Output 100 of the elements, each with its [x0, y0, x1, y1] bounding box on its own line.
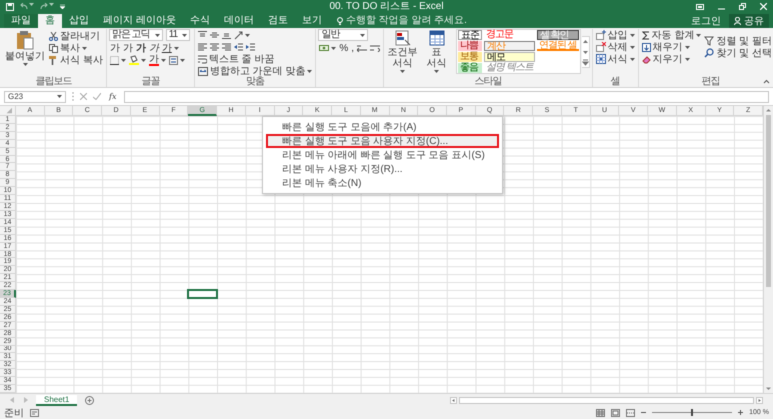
fill-button[interactable]: 채우기: [640, 41, 702, 53]
percent-button[interactable]: %: [338, 42, 350, 54]
cell-style[interactable]: 설명 텍스트: [484, 63, 535, 73]
orientation-button[interactable]: [232, 29, 251, 41]
ribbon-tab[interactable]: 페이지 레이아웃: [96, 14, 183, 28]
cell-grid[interactable]: [16, 116, 763, 393]
group-label: 편집: [701, 75, 720, 88]
format-table-button[interactable]: 표 서식: [420, 29, 454, 74]
shrink-font-button[interactable]: 가: [122, 42, 134, 54]
ribbon-tab[interactable]: 수식: [182, 14, 217, 28]
italic-button[interactable]: 가: [148, 42, 160, 54]
redo-icon[interactable]: [40, 3, 48, 10]
fill-color-button[interactable]: [128, 54, 147, 66]
right-align-button[interactable]: [220, 41, 232, 53]
grow-font-button[interactable]: 가: [108, 42, 121, 54]
sign-in-link[interactable]: 로그인: [689, 15, 723, 27]
delete-cells-button[interactable]: 삭제: [594, 41, 636, 53]
cell-style[interactable]: 보통: [458, 52, 482, 62]
group-label: 셀: [610, 75, 620, 88]
scroll-right-icon[interactable]: [756, 396, 763, 404]
merge-cells-icon: [198, 66, 208, 76]
left-align-button[interactable]: [196, 41, 208, 53]
menu-item[interactable]: 빠른 실행 도구 모음 사용자 지정(C)...: [266, 134, 499, 148]
cut-button[interactable]: 잘라내기: [48, 30, 104, 42]
font-size-dropdown[interactable]: 11: [166, 29, 190, 41]
clear-button[interactable]: 지우기: [640, 53, 702, 65]
save-icon[interactable]: [6, 2, 14, 10]
border-button[interactable]: [108, 54, 127, 66]
drag-handle-icon[interactable]: [72, 92, 74, 101]
paste-button[interactable]: 붙여넣기: [3, 29, 47, 67]
phonetic-guide-button[interactable]: [168, 54, 186, 66]
page-layout-icon[interactable]: [611, 408, 620, 416]
sort-filter-button[interactable]: 정렬 및 필터: [703, 35, 773, 47]
name-box[interactable]: G23: [4, 90, 66, 102]
caret-icon: [182, 34, 187, 36]
copy-button[interactable]: 복사: [48, 42, 104, 54]
wrap-text-button[interactable]: 텍스트 줄 바꿈: [196, 53, 314, 65]
normal-view-icon[interactable]: [596, 408, 606, 416]
autosum-button[interactable]: 자동 합계: [640, 29, 702, 41]
insert-cells-button[interactable]: 삽입: [594, 29, 636, 41]
share-button[interactable]: 공유: [729, 14, 769, 28]
comma-button[interactable]: ,: [350, 42, 356, 54]
ribbon-tab[interactable]: 데이터: [216, 14, 261, 28]
ribbon-display-icon[interactable]: [696, 4, 704, 10]
scroll-thumb[interactable]: [766, 115, 771, 288]
font-color-button[interactable]: 가: [148, 54, 167, 66]
more-icon[interactable]: [582, 56, 589, 66]
undo-icon[interactable]: [20, 3, 28, 10]
currency-button[interactable]: [318, 42, 338, 54]
find-select-button[interactable]: 찾기 및 선택: [703, 47, 773, 59]
ribbon-tab[interactable]: 보기: [294, 14, 329, 28]
sheet-tab[interactable]: Sheet1: [36, 394, 78, 406]
zoom-in-icon[interactable]: [738, 410, 744, 415]
bold-button[interactable]: 가: [134, 42, 147, 54]
number-format-dropdown[interactable]: 일반: [318, 29, 368, 41]
font-name-dropdown[interactable]: 맑은 고딕: [108, 29, 163, 41]
eraser-icon: [642, 54, 651, 64]
ribbon-tab[interactable]: 홈: [38, 14, 62, 28]
macro-record-icon[interactable]: [30, 408, 39, 416]
formula-field[interactable]: [124, 90, 769, 102]
page-break-icon[interactable]: [626, 408, 636, 416]
lightbulb-icon: [336, 17, 343, 25]
menu-item[interactable]: 리본 메뉴 아래에 빠른 실행 도구 모음 표시(S): [266, 148, 499, 162]
border-icon: [110, 56, 119, 64]
cell-style[interactable]: 표준: [458, 30, 482, 40]
ribbon-tab[interactable]: 삽입: [62, 14, 96, 28]
customize-toolbar-icon[interactable]: [60, 4, 65, 9]
format-cells-button[interactable]: 서식: [594, 53, 636, 65]
menu-item[interactable]: 리본 메뉴 사용자 지정(R)...: [266, 162, 499, 176]
caret-icon: [360, 34, 366, 36]
slider-thumb[interactable]: [691, 409, 694, 416]
cell-style[interactable]: 좋음: [458, 63, 482, 73]
caret-icon: [180, 58, 185, 62]
scroll-left-icon[interactable]: [450, 396, 458, 404]
add-sheet-icon[interactable]: [85, 396, 94, 404]
close-icon[interactable]: [760, 3, 767, 10]
tell-me-field[interactable]: 수행할 작업을 알려 주세요.: [346, 14, 467, 28]
ribbon-tab[interactable]: 검토: [260, 14, 295, 28]
person-icon: [734, 17, 741, 25]
restore-icon[interactable]: [739, 3, 746, 10]
zoom-out-icon[interactable]: [641, 410, 646, 415]
decimal-increase-icon: [357, 44, 368, 52]
menu-item[interactable]: 빠른 실행 도구 모음에 추가(A): [266, 120, 499, 134]
decrease-indent-button[interactable]: [232, 41, 244, 53]
horizontal-scrollbar[interactable]: [459, 396, 754, 404]
underline-button[interactable]: 가: [160, 42, 180, 54]
menu-item[interactable]: 리본 메뉴 축소(N): [266, 176, 499, 190]
increase-indent-button[interactable]: [244, 41, 256, 53]
collapse-ribbon-icon[interactable]: [763, 79, 770, 84]
conditional-format-button[interactable]: 조건부 서식: [386, 29, 420, 74]
cell-style[interactable]: 나쁨: [458, 41, 482, 51]
selected-cell[interactable]: [187, 289, 218, 300]
format-painter-button[interactable]: 서식 복사: [48, 54, 104, 66]
merge-center-button[interactable]: 병합하고 가운데 맞춤: [196, 65, 314, 77]
ribbon-tab[interactable]: 파일: [4, 14, 38, 28]
center-align-button[interactable]: [208, 41, 220, 53]
vertical-scrollbar[interactable]: [763, 106, 773, 393]
caret-icon: [120, 58, 126, 62]
cell-style[interactable]: 메모: [484, 52, 535, 62]
insert-function-button[interactable]: fx: [107, 90, 118, 102]
